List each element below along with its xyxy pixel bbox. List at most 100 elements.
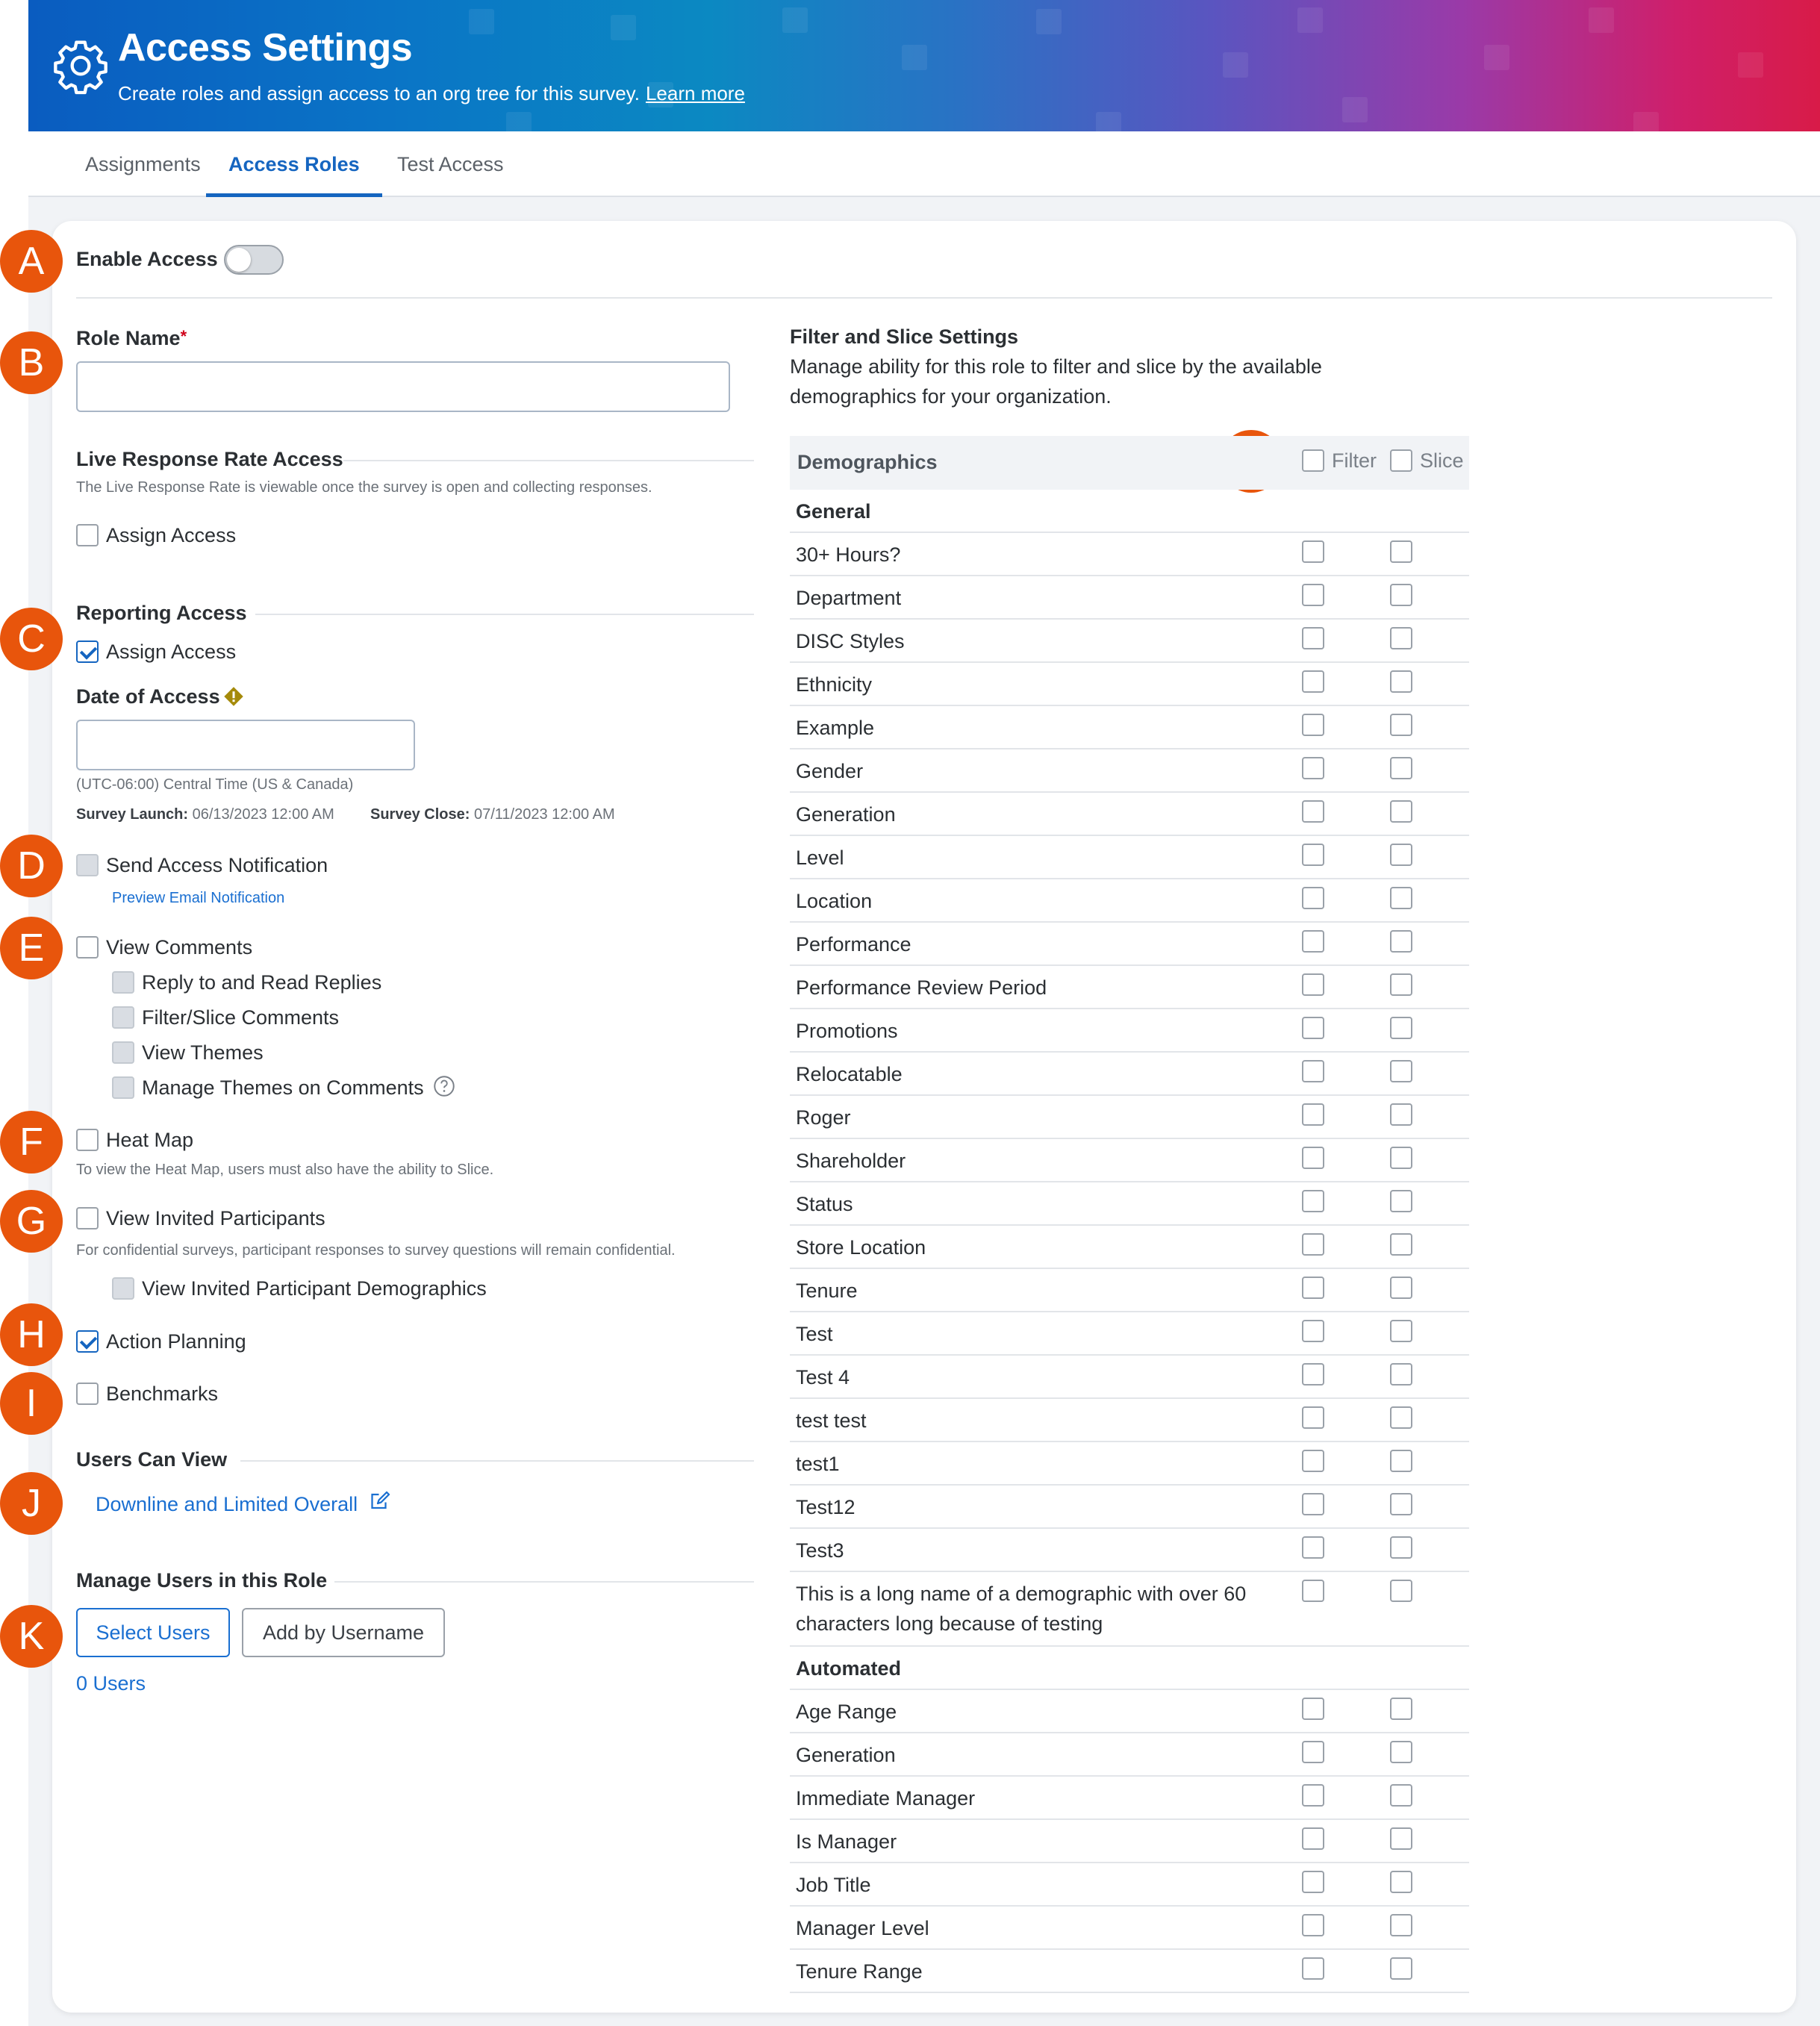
slice-checkbox[interactable] (1390, 887, 1412, 909)
filter-checkbox[interactable] (1302, 887, 1324, 909)
filter-checkbox[interactable] (1302, 1060, 1324, 1082)
slice-checkbox[interactable] (1390, 1277, 1412, 1299)
slice-checkbox[interactable] (1390, 627, 1412, 649)
checkbox-disabled[interactable] (112, 1041, 134, 1064)
filter-checkbox[interactable] (1302, 973, 1324, 996)
slice-all-checkbox[interactable] (1390, 449, 1412, 472)
checkbox[interactable] (76, 1129, 99, 1151)
filter-checkbox[interactable] (1302, 1784, 1324, 1807)
heat-map-checkbox[interactable]: Heat Map (76, 1127, 300, 1153)
slice-checkbox[interactable] (1390, 1827, 1412, 1850)
preview-email-link[interactable]: Preview Email Notification (112, 890, 284, 907)
add-by-username-button[interactable]: Add by Username (242, 1608, 445, 1657)
filter-checkbox[interactable] (1302, 584, 1324, 606)
date-of-access-input[interactable] (76, 720, 415, 770)
filter-slice-comments-checkbox[interactable]: Filter/Slice Comments (112, 1005, 411, 1030)
filter-checkbox[interactable] (1302, 930, 1324, 953)
filter-checkbox[interactable] (1302, 1536, 1324, 1559)
view-themes-checkbox[interactable]: View Themes (112, 1040, 411, 1065)
filter-checkbox[interactable] (1302, 1914, 1324, 1936)
filter-checkbox[interactable] (1302, 1277, 1324, 1299)
filter-checkbox[interactable] (1302, 1017, 1324, 1039)
checkbox-disabled[interactable] (112, 1076, 134, 1099)
tab-test-access[interactable]: Test Access (375, 131, 526, 197)
users-can-view-link[interactable]: Downline and Limited Overall (96, 1493, 358, 1516)
reply-replies-checkbox[interactable]: Reply to and Read Replies (112, 970, 411, 995)
checkbox[interactable] (76, 936, 99, 959)
filter-checkbox[interactable] (1302, 1406, 1324, 1429)
checkbox[interactable] (76, 1383, 99, 1405)
slice-checkbox[interactable] (1390, 800, 1412, 823)
filter-checkbox[interactable] (1302, 1233, 1324, 1256)
slice-checkbox[interactable] (1390, 1363, 1412, 1386)
view-invited-checkbox[interactable]: View Invited Participants (76, 1206, 449, 1231)
view-comments-checkbox[interactable]: View Comments (76, 935, 375, 960)
tab-access-roles[interactable]: Access Roles (206, 131, 382, 197)
filter-checkbox[interactable] (1302, 844, 1324, 866)
slice-checkbox[interactable] (1390, 930, 1412, 953)
slice-checkbox[interactable] (1390, 540, 1412, 563)
filter-checkbox[interactable] (1302, 1827, 1324, 1850)
users-count-link[interactable]: 0 Users (76, 1672, 146, 1695)
slice-checkbox[interactable] (1390, 1320, 1412, 1342)
slice-checkbox[interactable] (1390, 1190, 1412, 1212)
filter-checkbox[interactable] (1302, 1147, 1324, 1169)
slice-checkbox[interactable] (1390, 1784, 1412, 1807)
checkbox-disabled[interactable] (112, 1006, 134, 1029)
slice-checkbox[interactable] (1390, 1580, 1412, 1602)
slice-checkbox[interactable] (1390, 1450, 1412, 1472)
slice-checkbox[interactable] (1390, 1233, 1412, 1256)
filter-checkbox[interactable] (1302, 1103, 1324, 1126)
checkbox[interactable] (76, 1207, 99, 1229)
filter-checkbox[interactable] (1302, 1450, 1324, 1472)
filter-checkbox[interactable] (1302, 1698, 1324, 1720)
filter-checkbox[interactable] (1302, 1493, 1324, 1515)
view-invited-demographics-checkbox[interactable]: View Invited Participant Demographics (112, 1276, 560, 1301)
checkbox-disabled[interactable] (76, 854, 99, 876)
filter-checkbox[interactable] (1302, 1957, 1324, 1980)
checkbox-disabled[interactable] (112, 1277, 134, 1300)
send-notification-checkbox[interactable]: Send Access Notification (76, 853, 375, 878)
slice-checkbox[interactable] (1390, 670, 1412, 693)
filter-checkbox[interactable] (1302, 800, 1324, 823)
edit-icon[interactable] (369, 1490, 391, 1512)
filter-checkbox[interactable] (1302, 627, 1324, 649)
slice-checkbox[interactable] (1390, 1914, 1412, 1936)
slice-checkbox[interactable] (1390, 584, 1412, 606)
slice-checkbox[interactable] (1390, 1103, 1412, 1126)
filter-checkbox[interactable] (1302, 1320, 1324, 1342)
filter-checkbox[interactable] (1302, 540, 1324, 563)
manage-themes-checkbox[interactable]: Manage Themes on Comments (112, 1075, 440, 1100)
filter-checkbox[interactable] (1302, 714, 1324, 736)
slice-checkbox[interactable] (1390, 1406, 1412, 1429)
slice-checkbox[interactable] (1390, 1536, 1412, 1559)
slice-checkbox[interactable] (1390, 757, 1412, 779)
slice-checkbox[interactable] (1390, 1017, 1412, 1039)
checkbox-checked[interactable] (76, 640, 99, 663)
filter-checkbox[interactable] (1302, 1190, 1324, 1212)
checkbox[interactable] (76, 524, 99, 546)
slice-checkbox[interactable] (1390, 714, 1412, 736)
slice-checkbox[interactable] (1390, 973, 1412, 996)
action-planning-checkbox[interactable]: Action Planning (76, 1329, 300, 1354)
slice-checkbox[interactable] (1390, 1147, 1412, 1169)
filter-checkbox[interactable] (1302, 1741, 1324, 1763)
slice-checkbox[interactable] (1390, 1871, 1412, 1893)
slice-checkbox[interactable] (1390, 1957, 1412, 1980)
slice-checkbox[interactable] (1390, 1698, 1412, 1720)
slice-checkbox[interactable] (1390, 844, 1412, 866)
checkbox-checked[interactable] (76, 1330, 99, 1353)
enable-access-toggle[interactable] (224, 245, 284, 275)
slice-checkbox[interactable] (1390, 1493, 1412, 1515)
filter-checkbox[interactable] (1302, 1871, 1324, 1893)
learn-more-link[interactable]: Learn more (646, 82, 745, 105)
select-users-button[interactable]: Select Users (76, 1608, 230, 1657)
live-response-assign-checkbox[interactable]: Assign Access (76, 523, 300, 548)
help-icon[interactable] (433, 1075, 455, 1097)
filter-checkbox[interactable] (1302, 757, 1324, 779)
role-name-input[interactable] (76, 361, 730, 412)
slice-checkbox[interactable] (1390, 1741, 1412, 1763)
reporting-assign-checkbox[interactable]: Assign Access (76, 639, 300, 664)
checkbox-disabled[interactable] (112, 971, 134, 994)
filter-checkbox[interactable] (1302, 670, 1324, 693)
